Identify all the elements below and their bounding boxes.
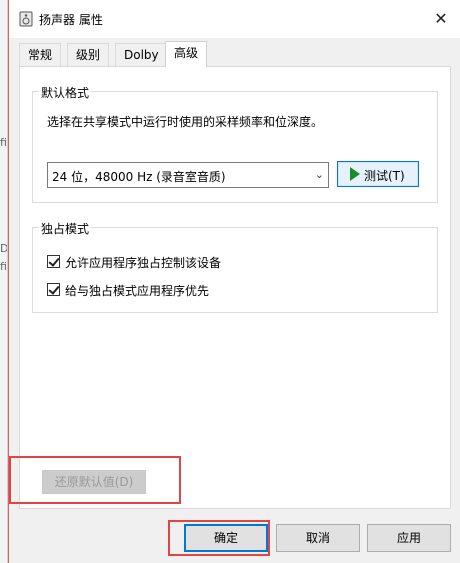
background-window-edge: fi Du fi [0, 0, 8, 563]
tab-general[interactable]: 常规 [19, 43, 62, 66]
background-text-fragment: fi [0, 260, 7, 273]
tab-advanced[interactable]: 高级 [165, 41, 208, 67]
default-format-description: 选择在共享模式中运行时使用的采样频率和位深度。 [47, 115, 324, 129]
close-button[interactable]: ✕ [427, 5, 455, 33]
exclusive-priority-label: 给与独占模式应用程序优先 [65, 284, 210, 298]
cancel-button[interactable]: 取消 [276, 524, 360, 552]
background-text-fragment: fi [0, 136, 7, 149]
allow-exclusive-control-label: 允许应用程序独占控制该设备 [65, 256, 222, 270]
play-icon [350, 167, 360, 181]
dialog-title: 扬声器 属性 [39, 13, 103, 27]
default-format-group: 默认格式 选择在共享模式中运行时使用的采样频率和位深度。 24 位，48000 … [32, 84, 438, 203]
speaker-icon [19, 11, 33, 27]
advanced-tab-panel: 默认格式 选择在共享模式中运行时使用的采样频率和位深度。 24 位，48000 … [19, 66, 451, 509]
default-format-title: 默认格式 [39, 84, 92, 101]
format-dropdown-value: 24 位，48000 Hz (录音室音质) [52, 170, 226, 184]
tab-dolby[interactable]: Dolby [115, 43, 168, 66]
exclusive-priority-checkbox[interactable] [47, 283, 60, 296]
restore-defaults-button[interactable]: 还原默认值(D) [42, 470, 146, 494]
allow-exclusive-control-checkbox[interactable] [47, 255, 60, 268]
chevron-down-icon: ⌄ [314, 168, 324, 181]
exclusive-mode-title: 独占模式 [39, 220, 92, 237]
format-dropdown[interactable]: 24 位，48000 Hz (录音室音质) ⌄ [47, 162, 329, 188]
speaker-properties-dialog: 扬声器 属性 ✕ 常规 级别 Dolby 高级 默认格式 选择在共享模式中运行时… [8, 0, 460, 563]
background-text-fragment: Du [0, 242, 8, 255]
exclusive-mode-group: 独占模式 允许应用程序独占控制该设备 给与独占模式应用程序优先 [32, 220, 438, 313]
apply-button[interactable]: 应用 [367, 524, 451, 552]
test-button[interactable]: 测试(T) [337, 161, 419, 187]
title-bar[interactable]: 扬声器 属性 ✕ [9, 0, 460, 38]
exclusive-priority-option[interactable]: 给与独占模式应用程序优先 [47, 282, 307, 298]
ok-button[interactable]: 确定 [184, 524, 268, 552]
tab-levels[interactable]: 级别 [67, 43, 110, 66]
test-button-label: 测试(T) [364, 169, 405, 183]
allow-exclusive-control-option[interactable]: 允许应用程序独占控制该设备 [47, 254, 307, 270]
close-icon: ✕ [434, 9, 448, 28]
